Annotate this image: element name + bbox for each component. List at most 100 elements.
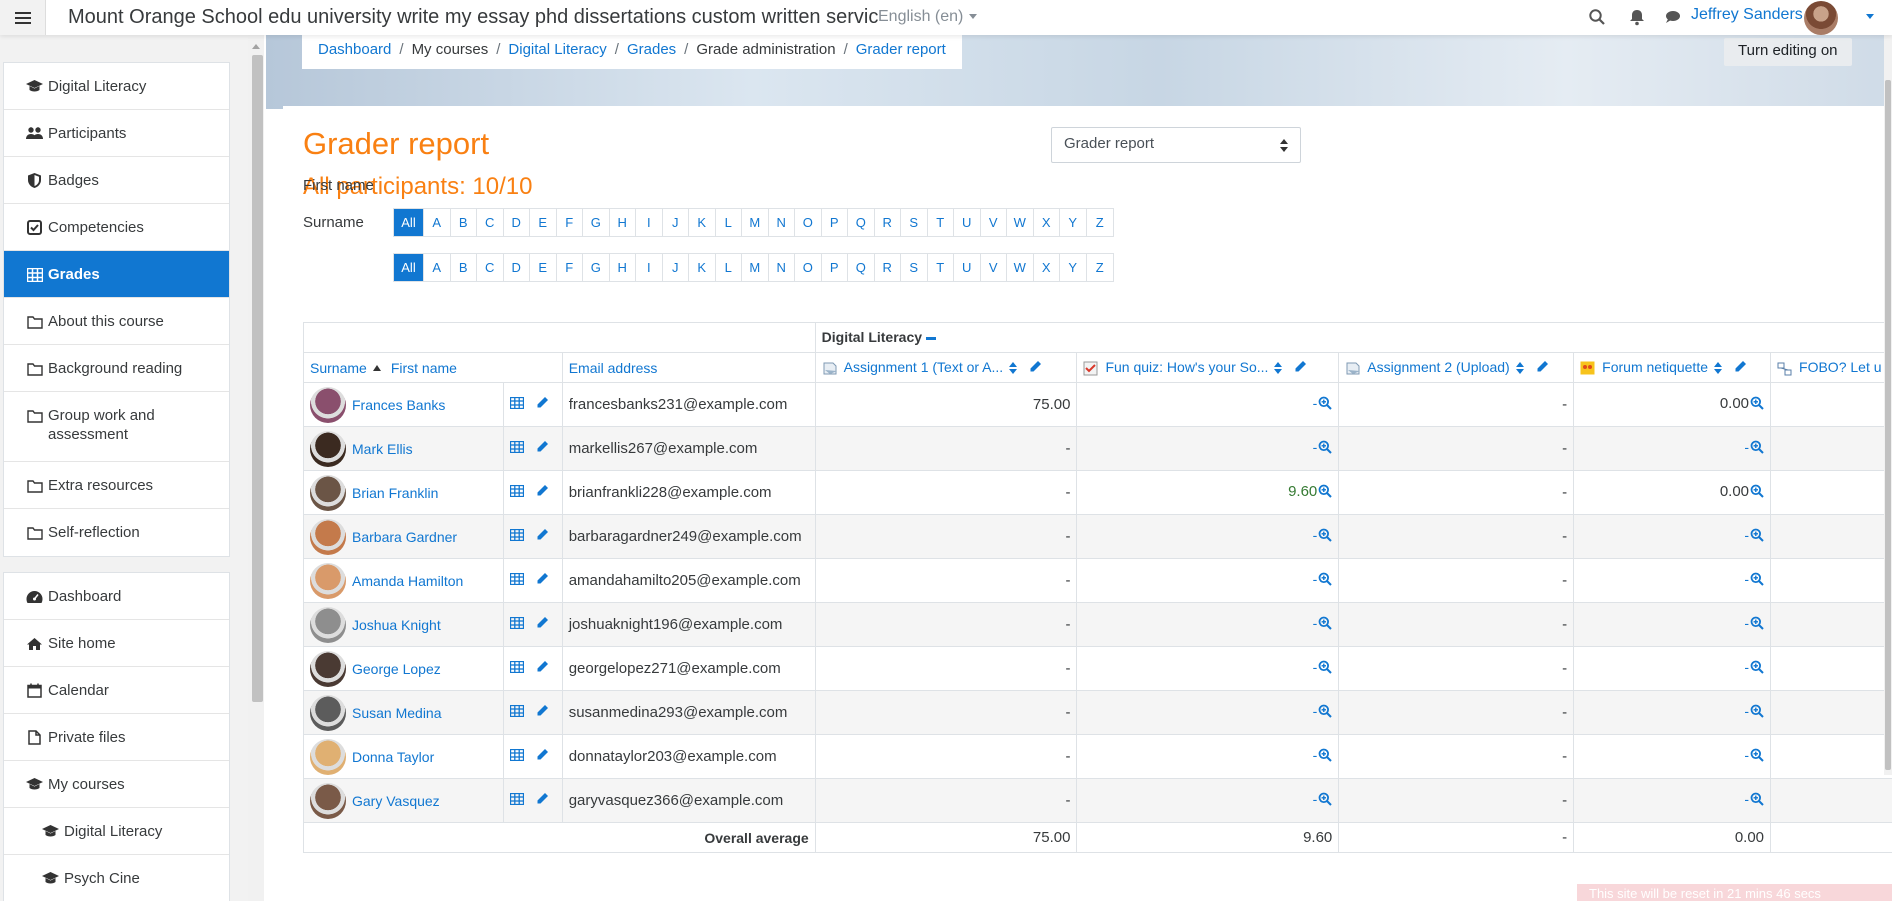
grade-cell[interactable]: - — [1338, 646, 1575, 691]
zoom-in-icon[interactable] — [1750, 528, 1764, 546]
breadcrumb-digital-literacy-link[interactable]: Digital Literacy — [508, 41, 606, 58]
sidebar-item-digital-literacy[interactable]: Digital Literacy — [4, 808, 229, 855]
grade-cell[interactable]: 75.00 — [814, 382, 1078, 427]
zoom-in-icon[interactable] — [1318, 660, 1332, 678]
grade-cell[interactable] — [1770, 690, 1892, 735]
single-view-table-icon[interactable] — [509, 660, 524, 677]
single-view-table-icon[interactable] — [509, 792, 524, 809]
first-name-initial-e[interactable]: E — [530, 209, 557, 236]
sidebar-item-private-files[interactable]: Private files — [4, 714, 229, 761]
first-name-initial-u[interactable]: U — [954, 209, 981, 236]
avatar[interactable] — [310, 430, 346, 467]
search-icon[interactable] — [1588, 8, 1606, 26]
zoom-in-icon[interactable] — [1318, 440, 1332, 458]
grade-cell[interactable]: - — [814, 514, 1078, 559]
pencil-icon[interactable] — [536, 572, 549, 589]
grade-cell[interactable]: - — [1076, 426, 1340, 471]
grade-cell[interactable]: - — [814, 602, 1078, 647]
grade-cell[interactable]: - — [1338, 690, 1575, 735]
zoom-in-icon[interactable] — [1750, 396, 1764, 414]
drawer-toggle-button[interactable] — [0, 0, 46, 35]
grade-cell[interactable] — [1770, 778, 1892, 823]
surname-initial-c[interactable]: C — [477, 254, 504, 281]
user-name-link[interactable]: Frances Banks — [352, 397, 445, 413]
first-name-initial-g[interactable]: G — [583, 209, 610, 236]
pencil-icon[interactable] — [536, 616, 549, 633]
zoom-in-icon[interactable] — [1318, 792, 1332, 810]
grade-cell[interactable]: - — [1573, 646, 1772, 691]
surname-initial-h[interactable]: H — [610, 254, 636, 281]
grade-cell[interactable] — [1770, 734, 1892, 779]
grade-cell[interactable]: - — [1573, 734, 1772, 779]
sidebar-item-group-work-and-assessment[interactable]: Group work and assessment — [4, 392, 229, 462]
sidebar-item-my-courses[interactable]: My courses — [4, 761, 229, 808]
sidebar-item-background-reading[interactable]: Background reading — [4, 345, 229, 392]
sidebar-item-calendar[interactable]: Calendar — [4, 667, 229, 714]
sidebar-item-site-home[interactable]: Site home — [4, 620, 229, 667]
zoom-in-icon[interactable] — [1750, 704, 1764, 722]
grade-item-link[interactable]: Assignment 2 (Upload) — [1367, 359, 1509, 375]
pencil-icon[interactable] — [536, 792, 549, 809]
user-menu-name[interactable]: Jeffrey Sanders — [1691, 6, 1803, 24]
surname-initial-q[interactable]: Q — [848, 254, 875, 281]
first-name-initial-all[interactable]: All — [394, 209, 424, 236]
surname-initial-i[interactable]: I — [636, 254, 663, 281]
zoom-in-icon[interactable] — [1318, 616, 1332, 634]
avatar[interactable] — [310, 562, 346, 599]
scroll-up-arrow-icon[interactable] — [252, 44, 260, 49]
grade-cell[interactable]: - — [814, 734, 1078, 779]
avatar[interactable] — [310, 782, 346, 819]
single-view-table-icon[interactable] — [509, 704, 524, 721]
first-name-initial-h[interactable]: H — [610, 209, 636, 236]
grade-cell[interactable]: - — [1338, 514, 1575, 559]
zoom-in-icon[interactable] — [1318, 484, 1332, 502]
sort-firstname-link[interactable]: First name — [391, 360, 457, 376]
grade-cell[interactable]: - — [1573, 602, 1772, 647]
grade-cell[interactable]: - — [1338, 382, 1575, 427]
zoom-in-icon[interactable] — [1318, 528, 1332, 546]
pencil-icon[interactable] — [536, 440, 549, 457]
avatar[interactable] — [310, 474, 346, 511]
sort-toggle-icon[interactable] — [1274, 362, 1283, 375]
zoom-in-icon[interactable] — [1750, 616, 1764, 634]
grade-cell[interactable] — [1770, 514, 1892, 559]
sidebar-item-self-reflection[interactable]: Self-reflection — [4, 509, 229, 556]
bell-icon[interactable] — [1628, 8, 1646, 26]
surname-initial-d[interactable]: D — [504, 254, 530, 281]
sort-toggle-icon[interactable] — [1515, 362, 1524, 375]
first-name-initial-x[interactable]: X — [1034, 209, 1060, 236]
pencil-icon[interactable] — [1734, 360, 1747, 376]
surname-initial-g[interactable]: G — [583, 254, 610, 281]
grade-cell[interactable]: - — [1338, 734, 1575, 779]
grade-cell[interactable]: 9.60 — [1076, 470, 1340, 515]
zoom-in-icon[interactable] — [1750, 484, 1764, 502]
first-name-initial-f[interactable]: F — [557, 209, 583, 236]
grade-cell[interactable] — [1770, 426, 1892, 471]
user-name-link[interactable]: Mark Ellis — [352, 441, 413, 457]
breadcrumb-dashboard-link[interactable]: Dashboard — [318, 41, 391, 58]
sidebar-item-grades[interactable]: Grades — [4, 251, 229, 298]
zoom-in-icon[interactable] — [1318, 396, 1332, 414]
sort-email-link[interactable]: Email address — [569, 360, 658, 376]
grade-cell[interactable]: - — [1573, 778, 1772, 823]
single-view-table-icon[interactable] — [509, 440, 524, 457]
sidebar-item-participants[interactable]: Participants — [4, 110, 229, 157]
grade-cell[interactable]: 0.00 — [1573, 470, 1772, 515]
surname-initial-b[interactable]: B — [451, 254, 477, 281]
first-name-initial-j[interactable]: J — [663, 209, 689, 236]
breadcrumb-grader-report-link[interactable]: Grader report — [856, 41, 946, 58]
page-scroll-thumb[interactable] — [1885, 80, 1891, 770]
grade-cell[interactable]: - — [1076, 514, 1340, 559]
chat-icon[interactable] — [1664, 8, 1682, 26]
first-name-initial-i[interactable]: I — [636, 209, 663, 236]
first-name-initial-b[interactable]: B — [451, 209, 477, 236]
user-name-link[interactable]: Donna Taylor — [352, 749, 434, 765]
surname-initial-o[interactable]: O — [795, 254, 822, 281]
sort-surname-link[interactable]: Surname — [310, 360, 367, 376]
grade-cell[interactable]: - — [1076, 690, 1340, 735]
pencil-icon[interactable] — [1536, 360, 1549, 376]
surname-initial-x[interactable]: X — [1034, 254, 1060, 281]
grade-cell[interactable]: - — [1338, 426, 1575, 471]
surname-initial-s[interactable]: S — [901, 254, 928, 281]
grade-cell[interactable]: - — [1573, 690, 1772, 735]
